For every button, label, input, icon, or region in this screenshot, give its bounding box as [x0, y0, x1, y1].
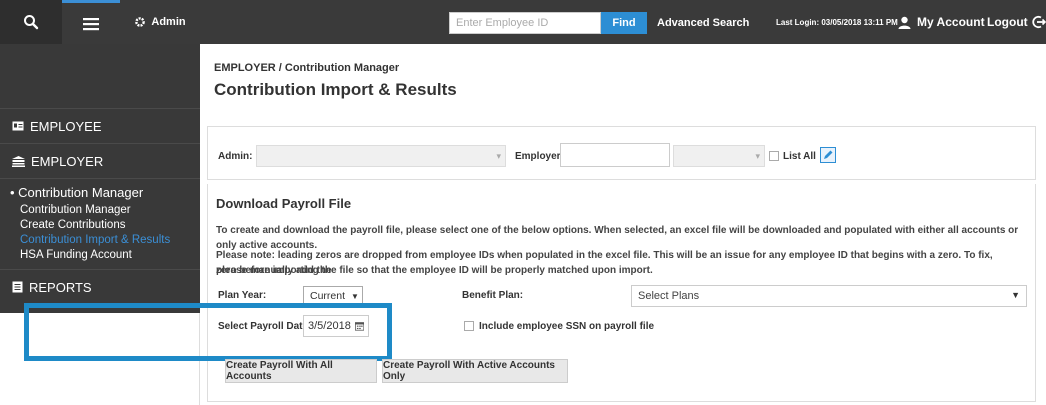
sidebar-item-label: REPORTS	[29, 279, 92, 295]
logout-label: Logout	[987, 15, 1028, 29]
edit-button[interactable]	[820, 147, 836, 163]
sidebar-item-employer[interactable]: EMPLOYER	[0, 144, 200, 178]
employer-label: Employer:	[515, 151, 564, 162]
filter-panel: Admin: ▾ Employer: ▾ List All	[207, 126, 1036, 180]
sidebar-section-contribution-manager: • Contribution Manager Contribution Mana…	[0, 179, 200, 269]
my-account-link[interactable]: My Account	[898, 15, 985, 29]
find-button[interactable]: Find	[601, 12, 647, 34]
logout-icon	[1031, 15, 1046, 29]
sidebar-item-label: EMPLOYEE	[30, 118, 102, 134]
sidebar: EMPLOYEE EMPLOYER • Contribution Manager…	[0, 44, 200, 313]
building-icon	[12, 155, 25, 167]
sidebar-subitem-contribution-import-results[interactable]: Contribution Import & Results	[10, 233, 200, 248]
edit-icon	[824, 150, 833, 159]
logout-link[interactable]: Logout	[987, 15, 1046, 29]
admin-select[interactable]: ▾	[256, 145, 506, 167]
admin-label: Admin:	[218, 151, 253, 162]
my-account-label: My Account	[917, 15, 985, 29]
sidebar-item-employee[interactable]: EMPLOYEE	[0, 109, 200, 143]
create-payroll-active-button[interactable]: Create Payroll With Active Accounts Only	[382, 359, 568, 383]
sidebar-item-reports[interactable]: REPORTS	[0, 270, 200, 304]
sidebar-section-title[interactable]: • Contribution Manager	[10, 185, 200, 200]
search-icon	[24, 15, 39, 30]
top-bar: Admin Find Advanced Search Last Login: 0…	[0, 0, 1046, 44]
report-icon	[12, 281, 23, 293]
benefit-plan-label: Benefit Plan:	[462, 290, 524, 301]
breadcrumb: EMPLOYER / Contribution Manager	[214, 62, 400, 74]
admin-menu[interactable]: Admin	[120, 0, 200, 44]
section-title: Download Payroll File	[216, 196, 352, 211]
employer-input[interactable]	[560, 143, 670, 167]
sidebar-subitem-contribution-manager[interactable]: Contribution Manager	[10, 203, 200, 218]
include-ssn-label: Include employee SSN on payroll file	[479, 321, 655, 332]
dropdown-arrow-icon: ▼	[351, 291, 359, 301]
hamburger-icon	[83, 17, 99, 30]
dropdown-arrow-icon: ▼	[1011, 290, 1020, 300]
user-icon	[898, 16, 911, 29]
button-highlight-box	[24, 303, 392, 361]
advanced-search-link[interactable]: Advanced Search	[657, 17, 749, 29]
admin-label: Admin	[151, 16, 186, 28]
id-card-icon	[12, 121, 24, 131]
create-payroll-all-button[interactable]: Create Payroll With All Accounts	[225, 359, 377, 383]
sidebar-subitem-create-contributions[interactable]: Create Contributions	[10, 218, 200, 233]
list-all-checkbox[interactable]	[769, 151, 779, 161]
note-text-line2: zero before importing the file so that t…	[216, 265, 653, 276]
page-title: Contribution Import & Results	[214, 80, 457, 99]
employer-select[interactable]: ▾	[673, 145, 765, 167]
sidebar-item-label: EMPLOYER	[31, 153, 104, 169]
plan-year-label: Plan Year:	[218, 290, 267, 301]
benefit-plan-value: Select Plans	[638, 290, 700, 302]
employee-id-input[interactable]	[449, 12, 601, 34]
list-all-label: List All	[783, 151, 816, 162]
benefit-plan-select[interactable]: Select Plans ▼	[631, 285, 1027, 307]
menu-button[interactable]	[62, 0, 120, 44]
search-button[interactable]	[0, 0, 62, 44]
sidebar-subitem-hsa-funding-account[interactable]: HSA Funding Account	[10, 248, 200, 263]
last-login-text: Last Login: 03/05/2018 13:11 PM	[776, 18, 898, 27]
plan-year-value: Current	[310, 290, 346, 302]
include-ssn-checkbox[interactable]	[464, 321, 474, 331]
gear-icon	[135, 17, 146, 27]
